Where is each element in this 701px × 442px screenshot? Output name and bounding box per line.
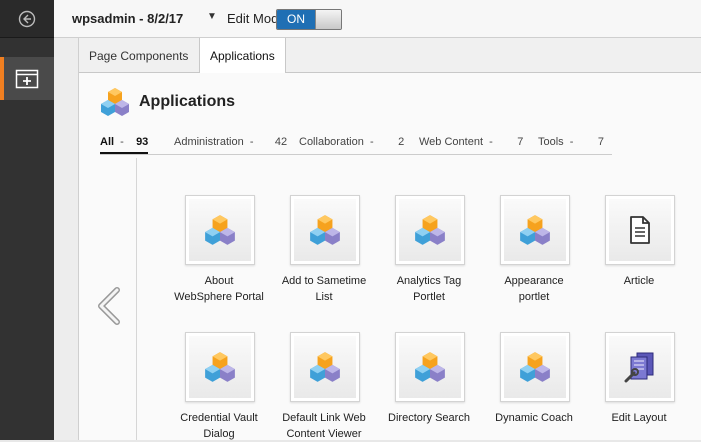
app-label: Add to Sametime List xyxy=(281,275,367,303)
cubes-icon xyxy=(205,352,235,382)
previous-page-button[interactable] xyxy=(95,286,125,329)
category-filter-bar: All - 93 Administration - 42 Collaborati… xyxy=(100,136,612,155)
filter-administration[interactable]: Administration - 42 xyxy=(174,136,287,148)
app-label: Directory Search xyxy=(388,412,470,424)
tab-page-components[interactable]: Page Components xyxy=(79,38,198,72)
app-label: Dynamic Coach xyxy=(495,412,573,424)
app-tile[interactable] xyxy=(290,195,360,265)
app-tile[interactable] xyxy=(500,195,570,265)
filter-tools[interactable]: Tools - 7 xyxy=(538,136,604,148)
app-label: Article xyxy=(623,275,655,287)
app-label: Appearance portlet xyxy=(504,275,564,303)
top-bar: wpsadmin - 8/2/17 ▼ Edit Mode: ON xyxy=(54,0,701,38)
app-tile[interactable] xyxy=(395,195,465,265)
chevron-left-icon xyxy=(98,287,120,325)
chevron-down-icon[interactable]: ▼ xyxy=(207,11,217,22)
filter-web-content[interactable]: Web Content - 7 xyxy=(419,136,523,148)
cubes-icon xyxy=(415,352,445,382)
tab-applications[interactable]: Applications xyxy=(199,38,286,73)
cubes-icon xyxy=(520,215,550,245)
add-panel-icon xyxy=(15,69,39,88)
back-circle-icon xyxy=(18,10,36,27)
cubes-icon xyxy=(520,352,550,382)
toggle-on-label: ON xyxy=(277,10,315,29)
app-tile[interactable] xyxy=(290,332,360,402)
app-tile[interactable] xyxy=(605,332,675,402)
filter-collaboration[interactable]: Collaboration - 2 xyxy=(299,136,404,148)
add-content-button[interactable] xyxy=(0,57,54,100)
left-rail xyxy=(0,0,54,440)
cubes-icon xyxy=(310,215,340,245)
cubes-icon xyxy=(310,352,340,382)
document-icon xyxy=(630,216,650,244)
edit-mode-toggle[interactable]: ON xyxy=(276,9,342,30)
layout-tool-icon xyxy=(624,352,654,383)
app-label: Default Link Web Content Viewer xyxy=(282,412,366,440)
app-tile[interactable] xyxy=(185,332,255,402)
toggle-knob xyxy=(315,10,341,29)
app-label: Analytics Tag Portlet xyxy=(396,275,462,303)
cubes-icon xyxy=(415,215,445,245)
divider xyxy=(136,158,137,440)
tab-bar: Page Components Applications xyxy=(79,38,701,73)
app-label: About WebSphere Portal xyxy=(174,275,264,303)
app-tile[interactable] xyxy=(605,195,675,265)
app-tile[interactable] xyxy=(395,332,465,402)
main-panel: Page Components Applications Application… xyxy=(79,38,701,440)
panel-gutter xyxy=(54,38,79,440)
active-indicator xyxy=(0,57,4,100)
section-header: Applications xyxy=(99,86,235,118)
site-title: wpsadmin - 8/2/17 xyxy=(72,11,184,26)
cubes-icon xyxy=(101,88,129,116)
section-title: Applications xyxy=(139,93,236,110)
cubes-icon xyxy=(205,215,235,245)
app-label: Edit Layout xyxy=(611,412,667,424)
app-tile[interactable] xyxy=(185,195,255,265)
back-button[interactable] xyxy=(0,0,54,38)
filter-all[interactable]: All - 93 xyxy=(100,136,149,154)
app-tile[interactable] xyxy=(500,332,570,402)
app-label: Credential Vault Dialog xyxy=(180,412,258,440)
